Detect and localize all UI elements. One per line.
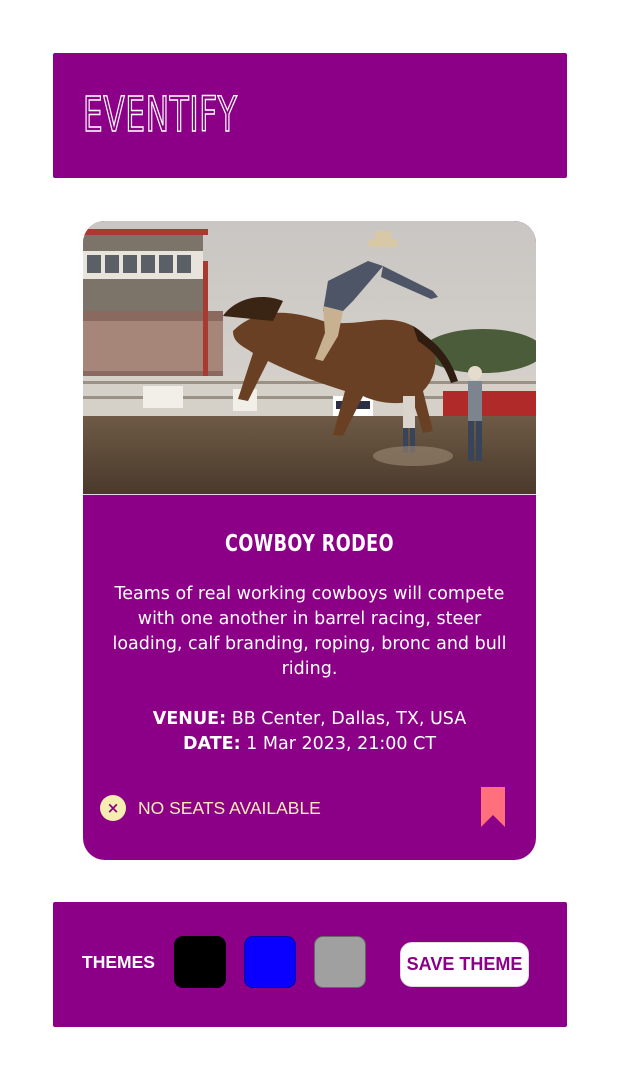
- venue-value: BB Center, Dallas, TX, USA: [231, 709, 467, 729]
- event-image: [83, 221, 536, 494]
- venue-row: VENUE: BB Center, Dallas, TX, USA: [83, 707, 536, 732]
- event-description: Teams of real working cowboys will compe…: [112, 584, 507, 679]
- theme-swatch-blue[interactable]: [244, 936, 296, 988]
- save-theme-button[interactable]: SAVE THEME: [400, 942, 529, 987]
- themes-label: THEMES: [82, 952, 155, 972]
- event-title: COWBOY RODEO: [225, 531, 394, 557]
- venue-label: VENUE:: [152, 709, 227, 729]
- theme-swatch-gray[interactable]: [314, 936, 366, 988]
- date-value: 1 Mar 2023, 21:00 CT: [246, 734, 437, 754]
- date-row: DATE: 1 Mar 2023, 21:00 CT: [83, 732, 536, 757]
- close-circle-icon: ×: [100, 795, 126, 821]
- app-logo: EVENTIFY: [82, 87, 238, 143]
- status-text: NO SEATS AVAILABLE: [138, 797, 321, 818]
- event-card: COWBOY RODEO Teams of real working cowbo…: [83, 221, 536, 860]
- app-header: EVENTIFY: [53, 53, 567, 178]
- theme-swatch-black[interactable]: [174, 936, 226, 988]
- theme-picker: THEMES SAVE THEME: [53, 902, 567, 1027]
- availability-status: × NO SEATS AVAILABLE: [100, 794, 321, 822]
- date-label: DATE:: [182, 734, 241, 754]
- bookmark-icon[interactable]: [481, 787, 505, 827]
- image-divider: [83, 494, 536, 495]
